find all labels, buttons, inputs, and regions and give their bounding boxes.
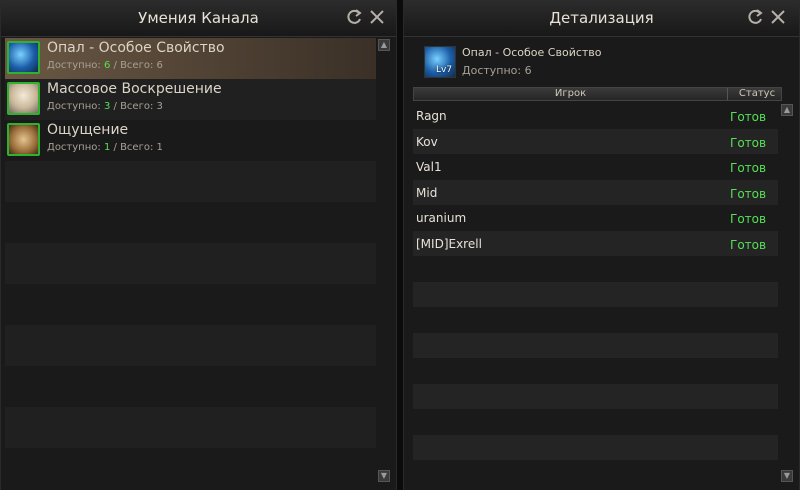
empty-row xyxy=(413,434,778,460)
table-row[interactable]: uranium Готов xyxy=(413,205,778,231)
selected-skill-header: Lv7 Опал - Особое Свойство Доступно: 6 xyxy=(424,44,784,80)
scroll-up-button[interactable]: ▲ xyxy=(378,39,390,51)
empty-row xyxy=(413,383,778,409)
empty-row xyxy=(5,284,376,325)
column-status[interactable]: Статус xyxy=(732,88,782,100)
table-row[interactable]: Ragn Готов xyxy=(413,103,778,129)
empty-row xyxy=(5,407,376,448)
table-row[interactable]: Val1 Готов xyxy=(413,154,778,180)
skill-availability: Доступно: 6 / Всего: 6 xyxy=(47,60,163,71)
empty-row xyxy=(413,281,778,307)
player-status: Готов xyxy=(730,237,767,252)
table-row[interactable]: Kov Готов xyxy=(413,128,778,154)
right-panel-title: Детализация xyxy=(549,9,654,27)
skill-availability: Доступно: 3 / Всего: 3 xyxy=(47,101,163,112)
empty-row xyxy=(5,366,376,407)
player-status: Готов xyxy=(730,110,767,124)
right-titlebar: Детализация xyxy=(404,0,799,37)
player-name: [MID]Exrell xyxy=(416,236,482,251)
skill-list: Опал - Особое Свойство Доступно: 6 / Все… xyxy=(5,38,376,448)
channel-skills-panel: Умения Канала Опал - Особое Свойство Дос… xyxy=(0,0,397,490)
player-table: Ragn Готов Kov Готов Val1 Готов Mid Готов ur… xyxy=(413,103,778,460)
empty-row xyxy=(413,307,778,333)
left-panel-title: Умения Канала xyxy=(138,9,259,27)
skill-name: Опал - Особое Свойство xyxy=(47,40,225,56)
skill-row-sense[interactable]: Ощущение Доступно: 1 / Всего: 1 xyxy=(5,120,376,161)
player-name: Val1 xyxy=(416,160,442,174)
table-row[interactable]: [MID]Exrell Готов xyxy=(413,230,778,256)
close-icon[interactable] xyxy=(768,7,788,27)
skill-availability: Доступно: 1 / Всего: 1 xyxy=(47,142,163,153)
scroll-down-button[interactable]: ▼ xyxy=(781,470,793,482)
player-status: Готов xyxy=(730,161,767,175)
left-titlebar: Умения Канала xyxy=(1,0,396,37)
skill-name: Ощущение xyxy=(47,122,129,138)
skill-name: Массовое Воскрешение xyxy=(47,81,222,97)
refresh-icon[interactable] xyxy=(345,7,365,27)
skill-row-mass-resurrection[interactable]: Массовое Воскрешение Доступно: 3 / Всего… xyxy=(5,79,376,120)
player-name: Mid xyxy=(416,185,438,200)
resurrection-icon xyxy=(7,82,40,115)
empty-row xyxy=(5,202,376,243)
opal-gem-icon xyxy=(7,41,40,74)
skill-level: Lv7 xyxy=(436,65,453,75)
selected-skill-name: Опал - Особое Свойство xyxy=(462,46,602,59)
player-status: Готов xyxy=(730,212,767,226)
player-name: uranium xyxy=(416,211,467,225)
sense-hand-icon xyxy=(7,123,40,156)
scroll-down-button[interactable]: ▼ xyxy=(378,470,390,482)
player-name: Kov xyxy=(416,134,438,149)
player-status: Готов xyxy=(730,186,767,201)
empty-row xyxy=(413,256,778,282)
skill-row-opal[interactable]: Опал - Особое Свойство Доступно: 6 / Все… xyxy=(5,38,376,79)
refresh-icon[interactable] xyxy=(746,7,766,27)
empty-row xyxy=(5,325,376,366)
player-status: Готов xyxy=(730,135,767,150)
empty-row xyxy=(413,358,778,384)
table-header: Игрок Статус xyxy=(413,87,782,101)
column-player[interactable]: Игрок xyxy=(414,88,728,100)
player-name: Ragn xyxy=(416,109,447,123)
table-row[interactable]: Mid Готов xyxy=(413,179,778,205)
empty-row xyxy=(5,243,376,284)
empty-row xyxy=(413,332,778,358)
scroll-up-button[interactable]: ▲ xyxy=(781,104,793,116)
empty-row xyxy=(413,409,778,435)
selected-skill-availability: Доступно: 6 xyxy=(462,64,532,77)
close-icon[interactable] xyxy=(367,7,387,27)
empty-row xyxy=(5,161,376,202)
details-panel: Детализация Lv7 Опал - Особое Свойство Д… xyxy=(403,0,800,490)
